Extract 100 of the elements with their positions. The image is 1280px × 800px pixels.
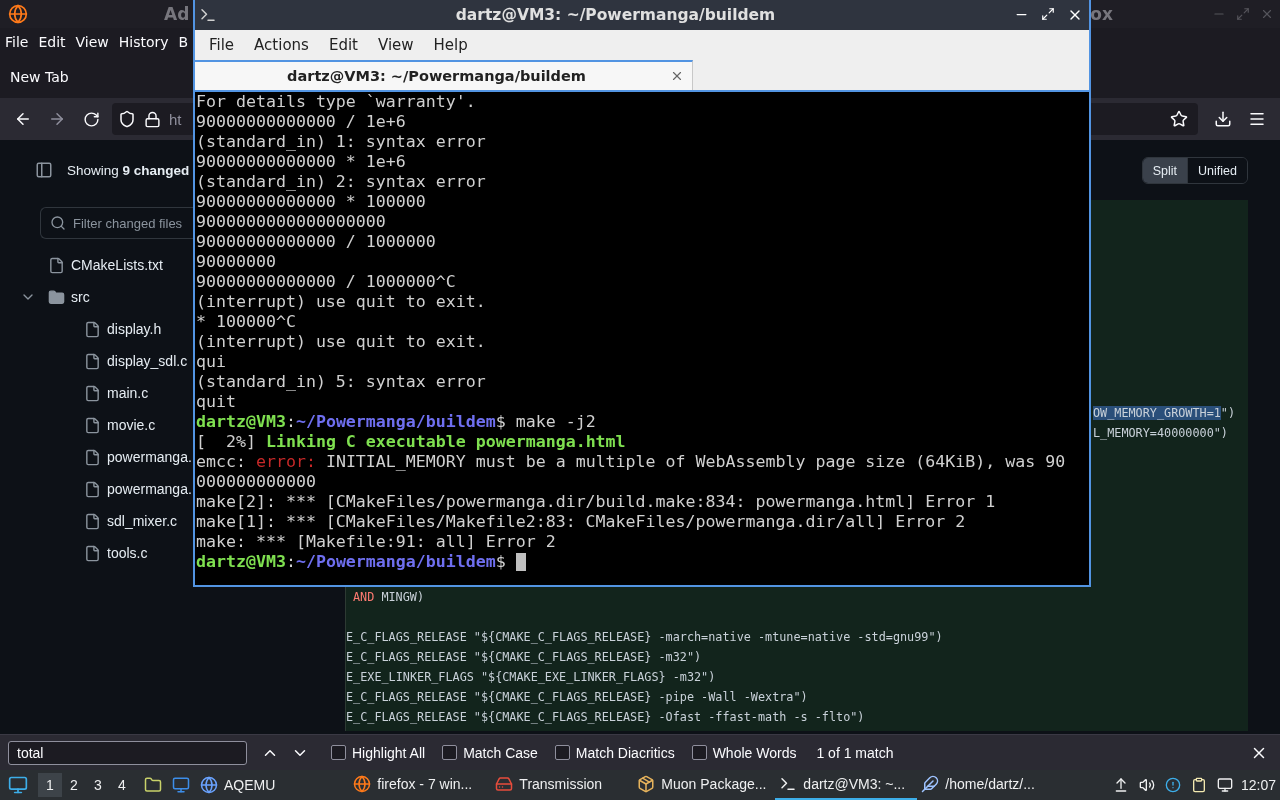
find-option[interactable]: Highlight All <box>331 744 426 761</box>
maximize-icon[interactable] <box>1041 7 1055 21</box>
view-mode-button[interactable]: Unified <box>1187 158 1247 183</box>
terminal-line: 90000000000000 / 1000000^C <box>196 272 456 292</box>
terminal-line: * 100000^C <box>196 312 296 332</box>
terminal-line: emcc: error: INITIAL_MEMORY must be a multiple of WebAssembly page size (64KiB), was 90 <box>196 452 1066 472</box>
menu-item[interactable]: History <box>118 34 169 50</box>
url-field-end[interactable] <box>1090 103 1198 135</box>
folder-icon <box>48 288 65 306</box>
changed-source-entry[interactable]: powermanga. <box>0 473 193 505</box>
changed-source-entry[interactable]: display_sdl.c <box>0 345 193 377</box>
task-button[interactable]: firefox - 7 win... <box>349 770 492 800</box>
menu-item[interactable]: B <box>178 34 189 50</box>
file-icon <box>84 544 101 562</box>
find-option[interactable]: Whole Words <box>691 744 797 761</box>
file-icon <box>84 448 101 466</box>
terminal-line: (interrupt) use quit to exit. <box>196 332 486 352</box>
code-line: E_C_FLAGS_RELEASE "${CMAKE_C_FLAGS_RELEASE} -pipe -Wall -Wextra") <box>346 689 809 706</box>
terminal-line: (interrupt) use quit to exit. <box>196 292 486 312</box>
changed-folder-entry[interactable]: src <box>0 281 193 313</box>
menu-item[interactable]: Edit <box>38 34 66 50</box>
task-button[interactable]: Muon Package... <box>633 770 776 800</box>
code-line: L_MEMORY=40000000") <box>1093 425 1229 442</box>
url-field[interactable]: ht <box>112 103 193 135</box>
changed-source-entry[interactable]: CMakeLists.txt <box>0 249 193 281</box>
menu-item[interactable]: Actions <box>244 36 319 54</box>
terminal-line: 90000000 <box>196 252 276 272</box>
workspace-button[interactable]: 4 <box>110 773 134 797</box>
star-icon[interactable] <box>1170 110 1188 128</box>
find-option[interactable]: Match Case <box>442 744 538 761</box>
filter-field[interactable]: Filter changed files <box>40 207 193 239</box>
terminal-line: dartz@VM3:~/Powermanga/buildem$ make -j2 <box>196 412 596 432</box>
terminal-line: 000000000000 <box>196 472 316 492</box>
terminal-icon <box>199 6 217 24</box>
terminal-line: 90000000000000 * 1e+6 <box>196 152 406 172</box>
code-line: E_C_FLAGS_RELEASE "${CMAKE_C_FLAGS_RELEASE} -Ofast -ffast-math -s -flto") <box>346 709 866 726</box>
workspace-button[interactable]: 2 <box>62 773 86 797</box>
menu-item[interactable]: Edit <box>318 36 368 54</box>
browser-tab[interactable]: New Tab <box>10 69 69 85</box>
terminal-line: make[1]: *** [CMakeFiles/Makefile2:83: CMakeFiles/powermanga.dir/all] Error 2 <box>196 512 966 532</box>
file-icon <box>84 480 101 498</box>
menu-item[interactable]: View <box>367 36 424 54</box>
file-icon <box>84 416 101 434</box>
terminal-tab[interactable]: dartz@VM3: ~/Powermanga/buildem <box>195 60 693 90</box>
menu-item[interactable]: View <box>75 34 109 50</box>
reload-icon[interactable] <box>82 110 100 128</box>
back-icon[interactable] <box>14 110 32 128</box>
desktop-icon[interactable] <box>172 776 190 794</box>
changed-source-entry[interactable]: movie.c <box>0 409 193 441</box>
terminal-line: make[2]: *** [CMakeFiles/powermanga.dir/build.make:834: powermanga.html] Error 1 <box>196 492 996 512</box>
terminal-line: [ 2%] Linking C executable powermanga.html <box>196 432 626 452</box>
match-count: 1 of 1 match <box>816 744 894 761</box>
terminal-line: 90000000000000 * 100000 <box>196 192 426 212</box>
checkbox[interactable] <box>554 745 570 760</box>
task-button[interactable]: /home/dartz/... <box>917 770 1060 800</box>
code-line: AND MINGW) <box>353 589 426 606</box>
forward-icon[interactable] <box>48 110 66 128</box>
changed-source-entry[interactable]: main.c <box>0 377 193 409</box>
clipboard-icon[interactable] <box>1190 777 1207 793</box>
volume-icon[interactable] <box>1138 777 1155 793</box>
file-icon <box>84 352 101 370</box>
terminal-line: make: *** [Makefile:91: all] Error 2 <box>196 532 556 552</box>
task-button[interactable]: Transmission <box>491 770 634 800</box>
globe-icon <box>200 776 218 794</box>
launcher-button[interactable]: AQEMU <box>194 776 282 794</box>
code-line: E_C_FLAGS_RELEASE "${CMAKE_C_FLAGS_RELEASE} -m32") <box>346 649 703 666</box>
code-line: E_EXE_LINKER_FLAGS "${CMAKE_EXE_LINKER_FLAGS} -m32") <box>346 669 717 686</box>
workspace-button[interactable]: 1 <box>38 773 62 797</box>
shield-icon <box>118 110 136 128</box>
sidebar-toggle-icon[interactable] <box>35 161 53 179</box>
file-icon <box>48 256 65 274</box>
changed-source-entry[interactable]: powermanga. <box>0 441 193 473</box>
file-manager-icon[interactable] <box>144 776 162 794</box>
menu-item[interactable]: File <box>199 36 245 54</box>
workspace-button[interactable]: 3 <box>86 773 110 797</box>
changed-source-entry[interactable]: tools.c <box>0 537 193 569</box>
download-icon[interactable] <box>1214 110 1232 128</box>
changed-source-entry[interactable]: display.h <box>0 313 193 345</box>
changed-source-entry[interactable]: sdl_mixer.c <box>0 505 193 537</box>
notification-icon[interactable] <box>1164 777 1181 793</box>
find-option[interactable]: Match Diacritics <box>554 744 675 761</box>
terminal-line: (standard_in) 1: syntax error <box>196 132 486 152</box>
search-icon <box>50 215 66 231</box>
terminal-line: 90000000000000 / 1e+6 <box>196 112 406 132</box>
window-title: Ad <box>164 4 190 24</box>
file-icon <box>84 512 101 530</box>
checkbox[interactable] <box>691 745 707 760</box>
checkbox[interactable] <box>442 745 458 760</box>
terminal-line: (standard_in) 2: syntax error <box>196 172 486 192</box>
changed-files-summary: Showing 9 changed <box>67 162 190 178</box>
menu-item[interactable]: File <box>5 34 29 50</box>
find-field[interactable]: total <box>8 740 247 765</box>
terminal-line: dartz@VM3:~/Powermanga/buildem$ <box>196 552 526 572</box>
view-mode-button[interactable]: Split <box>1142 158 1188 183</box>
menu-item[interactable]: Help <box>423 36 478 54</box>
file-icon <box>84 384 101 402</box>
file-icon <box>84 320 101 338</box>
task-button[interactable]: dartz@VM3: ~... <box>775 770 918 800</box>
checkbox[interactable] <box>331 745 346 760</box>
menu-icon[interactable] <box>1248 110 1266 128</box>
